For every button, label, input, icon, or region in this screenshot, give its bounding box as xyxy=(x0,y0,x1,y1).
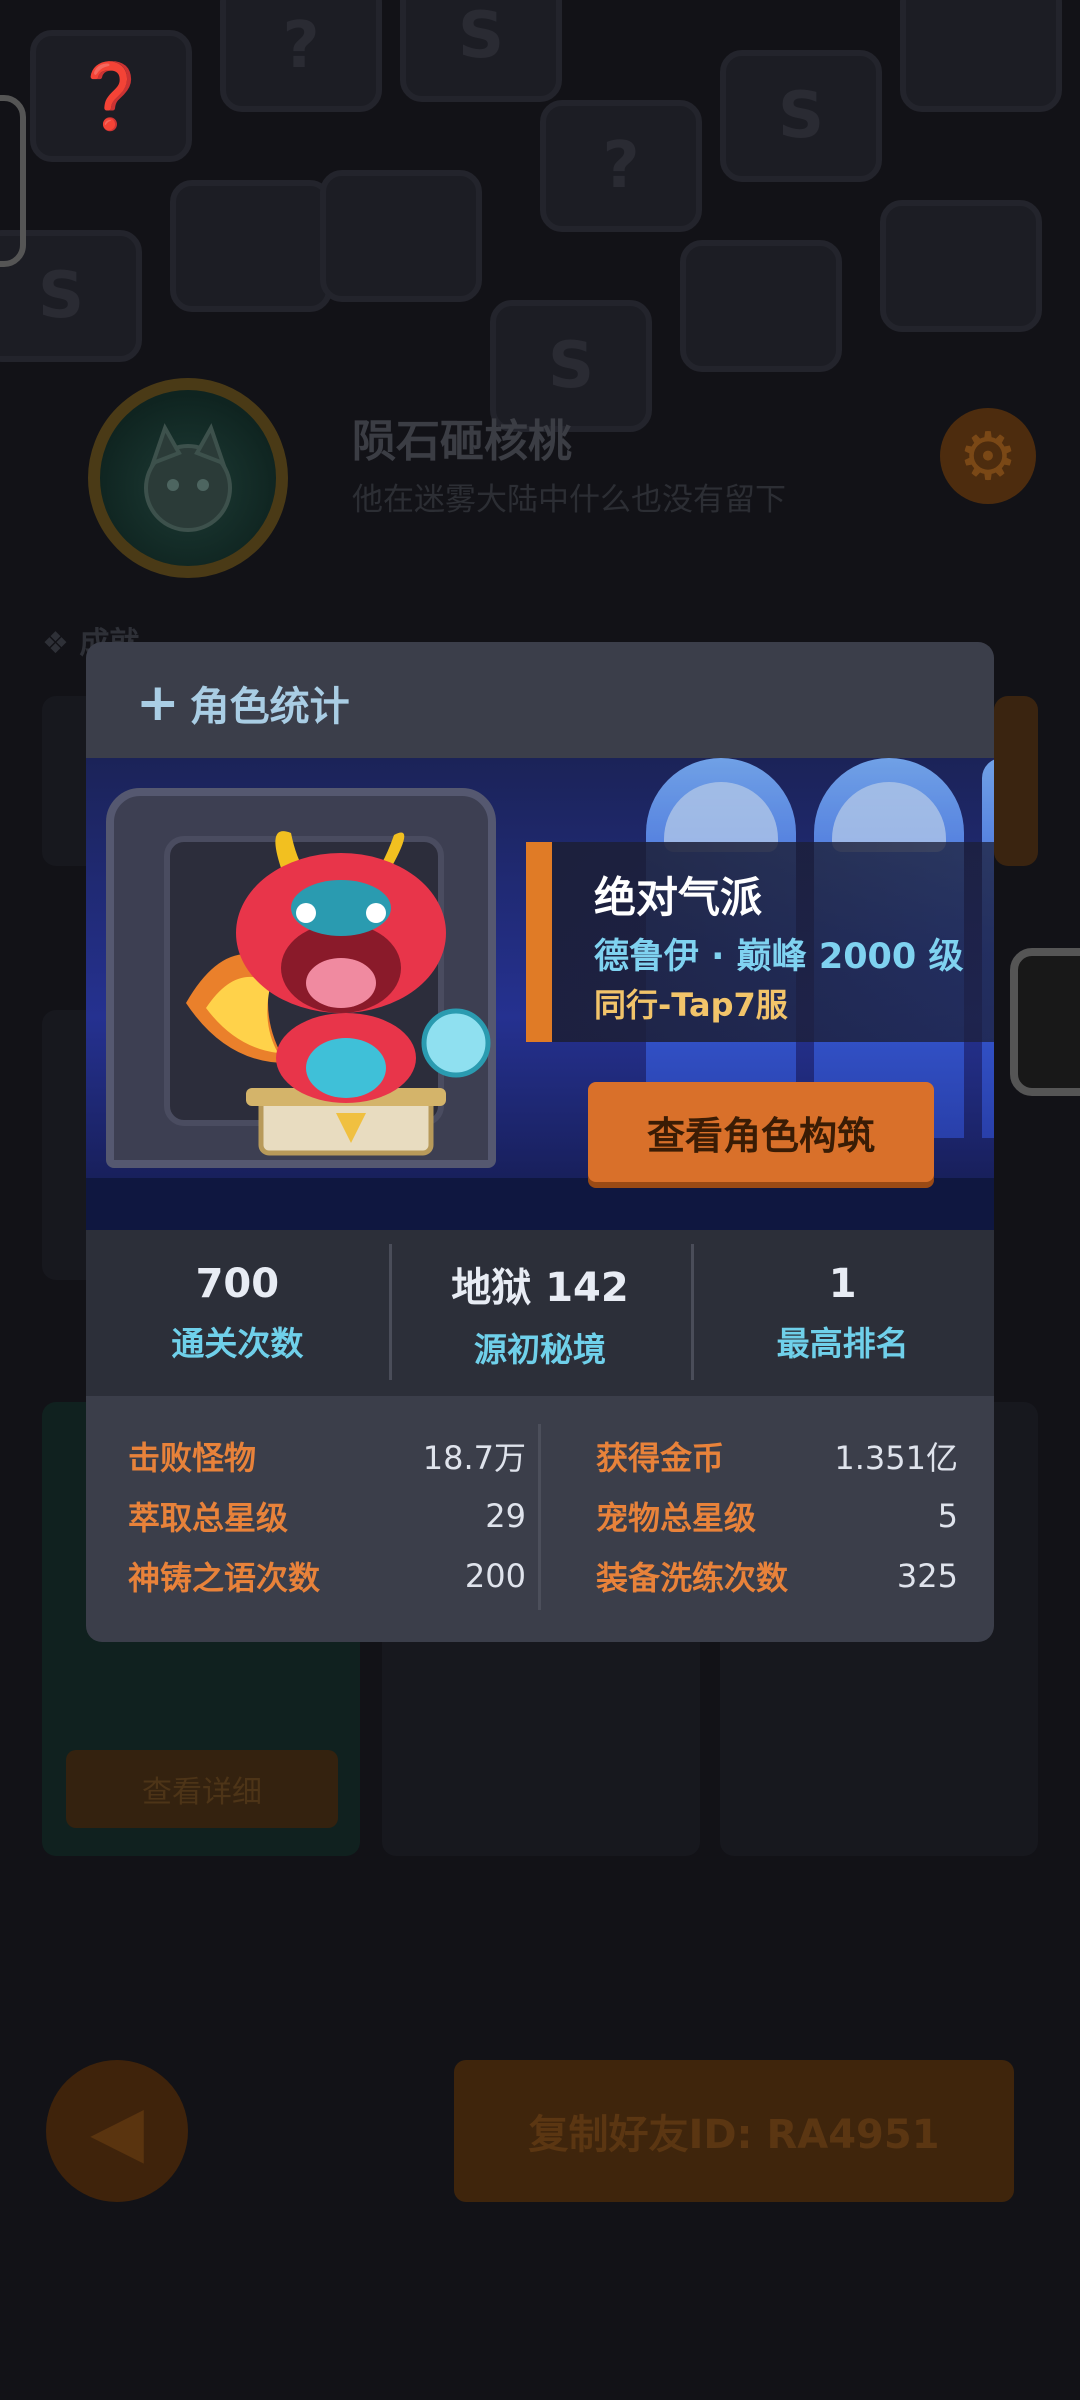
view-details-button[interactable]: 查看详细 xyxy=(66,1750,338,1828)
detail-divider xyxy=(538,1424,541,1610)
chest-decoration xyxy=(680,240,842,372)
detail-row: 宠物总星级 5 xyxy=(596,1494,958,1538)
modal-title: + 角色统计 xyxy=(136,674,350,732)
stat-value: 1 xyxy=(828,1261,857,1307)
character-server: 同行-Tap7服 xyxy=(594,986,788,1024)
profile-avatar[interactable] xyxy=(88,378,288,578)
detail-label: 萃取总星级 xyxy=(128,1499,289,1537)
detail-row: 神铸之语次数 200 xyxy=(128,1554,526,1598)
back-arrow-icon[interactable]: ◀ xyxy=(46,2060,188,2202)
detail-value: 29 xyxy=(485,1497,526,1535)
chest-decoration: S xyxy=(400,0,562,102)
detail-row: 萃取总星级 29 xyxy=(128,1494,526,1538)
view-build-button[interactable]: 查看角色构筑 xyxy=(588,1082,934,1182)
dragon-character-icon xyxy=(186,831,491,1156)
stat-label: 源初秘境 xyxy=(474,1330,606,1369)
chest-decoration xyxy=(900,0,1062,112)
detail-label: 宠物总星级 xyxy=(596,1499,757,1537)
profile-description: 他在迷雾大陆中什么也没有留下 xyxy=(352,482,786,518)
detail-value: 1.351亿 xyxy=(834,1439,958,1477)
modal-header: + 角色统计 xyxy=(86,642,994,758)
chest-decoration xyxy=(880,200,1042,332)
stat-label: 通关次数 xyxy=(171,1324,304,1363)
chest-decoration: ? xyxy=(540,100,702,232)
stat-value: 700 xyxy=(195,1261,280,1307)
detail-label: 装备洗练次数 xyxy=(596,1559,789,1597)
chest-decoration: ? xyxy=(220,0,382,112)
detail-value: 5 xyxy=(937,1497,958,1535)
cat-avatar-icon xyxy=(144,423,232,532)
stat-clears: 700 通关次数 xyxy=(86,1230,389,1396)
chest-decoration: ❓ xyxy=(30,30,192,162)
right-side-tab[interactable] xyxy=(1010,948,1080,1096)
detail-value: 18.7万 xyxy=(422,1439,526,1477)
chest-decoration xyxy=(170,180,332,312)
character-info-panel: 绝对气派 德鲁伊 · 巅峰 2000 级 同行-Tap7服 xyxy=(526,842,994,1042)
chest-decoration xyxy=(320,170,482,302)
stat-value: 地狱 142 xyxy=(451,1265,629,1311)
stat-best-rank: 1 最高排名 xyxy=(691,1230,994,1396)
stats-summary: 700 通关次数 地狱 142 源初秘境 1 最高排名 xyxy=(86,1230,994,1396)
copy-friend-id-button[interactable]: 复制好友ID: RA4951 xyxy=(454,2060,1014,2202)
character-name: 绝对气派 xyxy=(594,873,763,922)
detail-label: 获得金币 xyxy=(596,1439,725,1477)
profile-name: 陨石砸核桃 xyxy=(352,416,572,467)
detail-stats: 击败怪物 18.7万 萃取总星级 29 神铸之语次数 200 获得金币 1.35… xyxy=(86,1396,994,1642)
plus-icon: + xyxy=(136,673,180,733)
achievement-card xyxy=(994,696,1038,866)
detail-value: 325 xyxy=(896,1557,958,1595)
detail-label: 击败怪物 xyxy=(128,1439,257,1477)
detail-row: 击败怪物 18.7万 xyxy=(128,1434,526,1478)
left-side-tab[interactable] xyxy=(0,95,26,267)
settings-gear-icon[interactable]: ⚙ xyxy=(940,408,1036,504)
stat-origin-realm: 地狱 142 源初秘境 xyxy=(388,1230,692,1396)
detail-row: 获得金币 1.351亿 xyxy=(596,1434,958,1478)
character-stats-modal: + 角色统计 绝对气派 德鲁伊 · 巅峰 2000 级 同行-Tap7服 查看角… xyxy=(86,642,994,1642)
modal-title-text: 角色统计 xyxy=(189,684,350,730)
character-class-level: 德鲁伊 · 巅峰 2000 级 xyxy=(594,937,964,977)
stat-label: 最高排名 xyxy=(776,1324,909,1363)
detail-value: 200 xyxy=(464,1557,526,1595)
accent-bar xyxy=(526,842,552,1042)
detail-row: 装备洗练次数 325 xyxy=(596,1554,958,1598)
chest-decoration: S xyxy=(720,50,882,182)
detail-label: 神铸之语次数 xyxy=(128,1559,321,1597)
banner-floor xyxy=(86,1178,994,1230)
character-banner: 绝对气派 德鲁伊 · 巅峰 2000 级 同行-Tap7服 查看角色构筑 xyxy=(86,758,994,1230)
diamond-icon: ❖ xyxy=(42,626,80,661)
